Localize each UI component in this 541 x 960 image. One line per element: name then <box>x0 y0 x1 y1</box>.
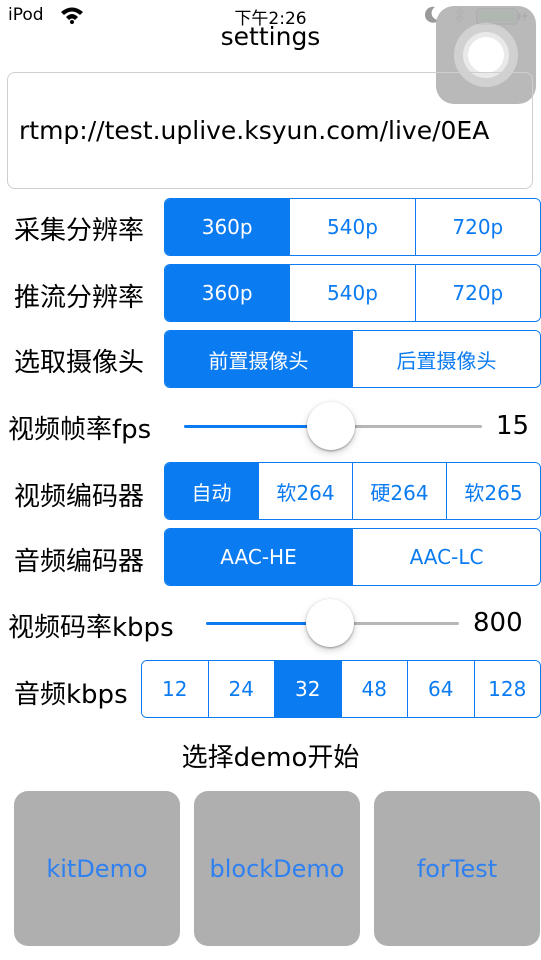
stream-resolution-control: 360p 540p 720p <box>164 264 541 322</box>
audio-encoder-aac-lc[interactable]: AAC-LC <box>352 529 540 585</box>
video-encoder-soft264[interactable]: 软264 <box>258 463 352 519</box>
capture-resolution-label: 采集分辨率 <box>14 216 145 246</box>
audio-bitrate-24[interactable]: 24 <box>207 661 274 717</box>
fps-slider-thumb[interactable] <box>306 402 355 450</box>
video-bitrate-value: 800 <box>473 608 523 638</box>
stream-resolution-label: 推流分辨率 <box>14 283 145 313</box>
video-encoder-auto[interactable]: 自动 <box>165 463 258 519</box>
video-bitrate-label: 视频码率kbps <box>8 613 174 643</box>
camera-control: 前置摄像头 后置摄像头 <box>164 330 541 388</box>
audio-bitrate-12[interactable]: 12 <box>142 661 208 717</box>
audio-bitrate-48[interactable]: 48 <box>340 661 407 717</box>
capture-resolution-360p[interactable]: 360p <box>165 199 290 255</box>
camera-front[interactable]: 前置摄像头 <box>165 331 352 387</box>
fps-label: 视频帧率fps <box>8 415 152 445</box>
video-encoder-control: 自动 软264 硬264 软265 <box>164 462 541 520</box>
video-encoder-hard264[interactable]: 硬264 <box>352 463 446 519</box>
video-encoder-label: 视频编码器 <box>14 482 145 512</box>
video-encoder-soft265[interactable]: 软265 <box>446 463 540 519</box>
capture-resolution-720p[interactable]: 720p <box>414 199 540 255</box>
stream-resolution-540p[interactable]: 540p <box>289 265 415 321</box>
camera-label: 选取摄像头 <box>14 348 145 378</box>
audio-bitrate-32[interactable]: 32 <box>274 661 341 717</box>
demo-heading: 选择demo开始 <box>181 743 360 773</box>
audio-encoder-control: AAC-HE AAC-LC <box>164 528 541 586</box>
blockdemo-button[interactable]: blockDemo <box>194 791 360 946</box>
capture-resolution-540p[interactable]: 540p <box>289 199 415 255</box>
stream-resolution-360p[interactable]: 360p <box>165 265 290 321</box>
audio-encoder-aac-he[interactable]: AAC-HE <box>165 529 352 585</box>
audio-encoder-label: 音频编码器 <box>14 547 145 577</box>
video-bitrate-slider-thumb[interactable] <box>306 599 355 647</box>
audio-bitrate-control: 12 24 32 48 64 128 <box>141 660 541 718</box>
rtmp-url-input[interactable]: rtmp://test.uplive.ksyun.com/live/0EA <box>7 72 533 189</box>
audio-bitrate-128[interactable]: 128 <box>473 661 540 717</box>
camera-back[interactable]: 后置摄像头 <box>352 331 540 387</box>
fps-slider[interactable] <box>184 402 482 450</box>
capture-resolution-control: 360p 540p 720p <box>164 198 541 256</box>
audio-bitrate-64[interactable]: 64 <box>407 661 474 717</box>
kitdemo-button[interactable]: kitDemo <box>14 791 180 946</box>
fortest-button[interactable]: forTest <box>374 791 540 946</box>
stream-resolution-720p[interactable]: 720p <box>414 265 540 321</box>
audio-bitrate-label: 音频kbps <box>14 680 128 710</box>
video-bitrate-slider[interactable] <box>206 599 459 647</box>
fps-value: 15 <box>496 411 530 441</box>
